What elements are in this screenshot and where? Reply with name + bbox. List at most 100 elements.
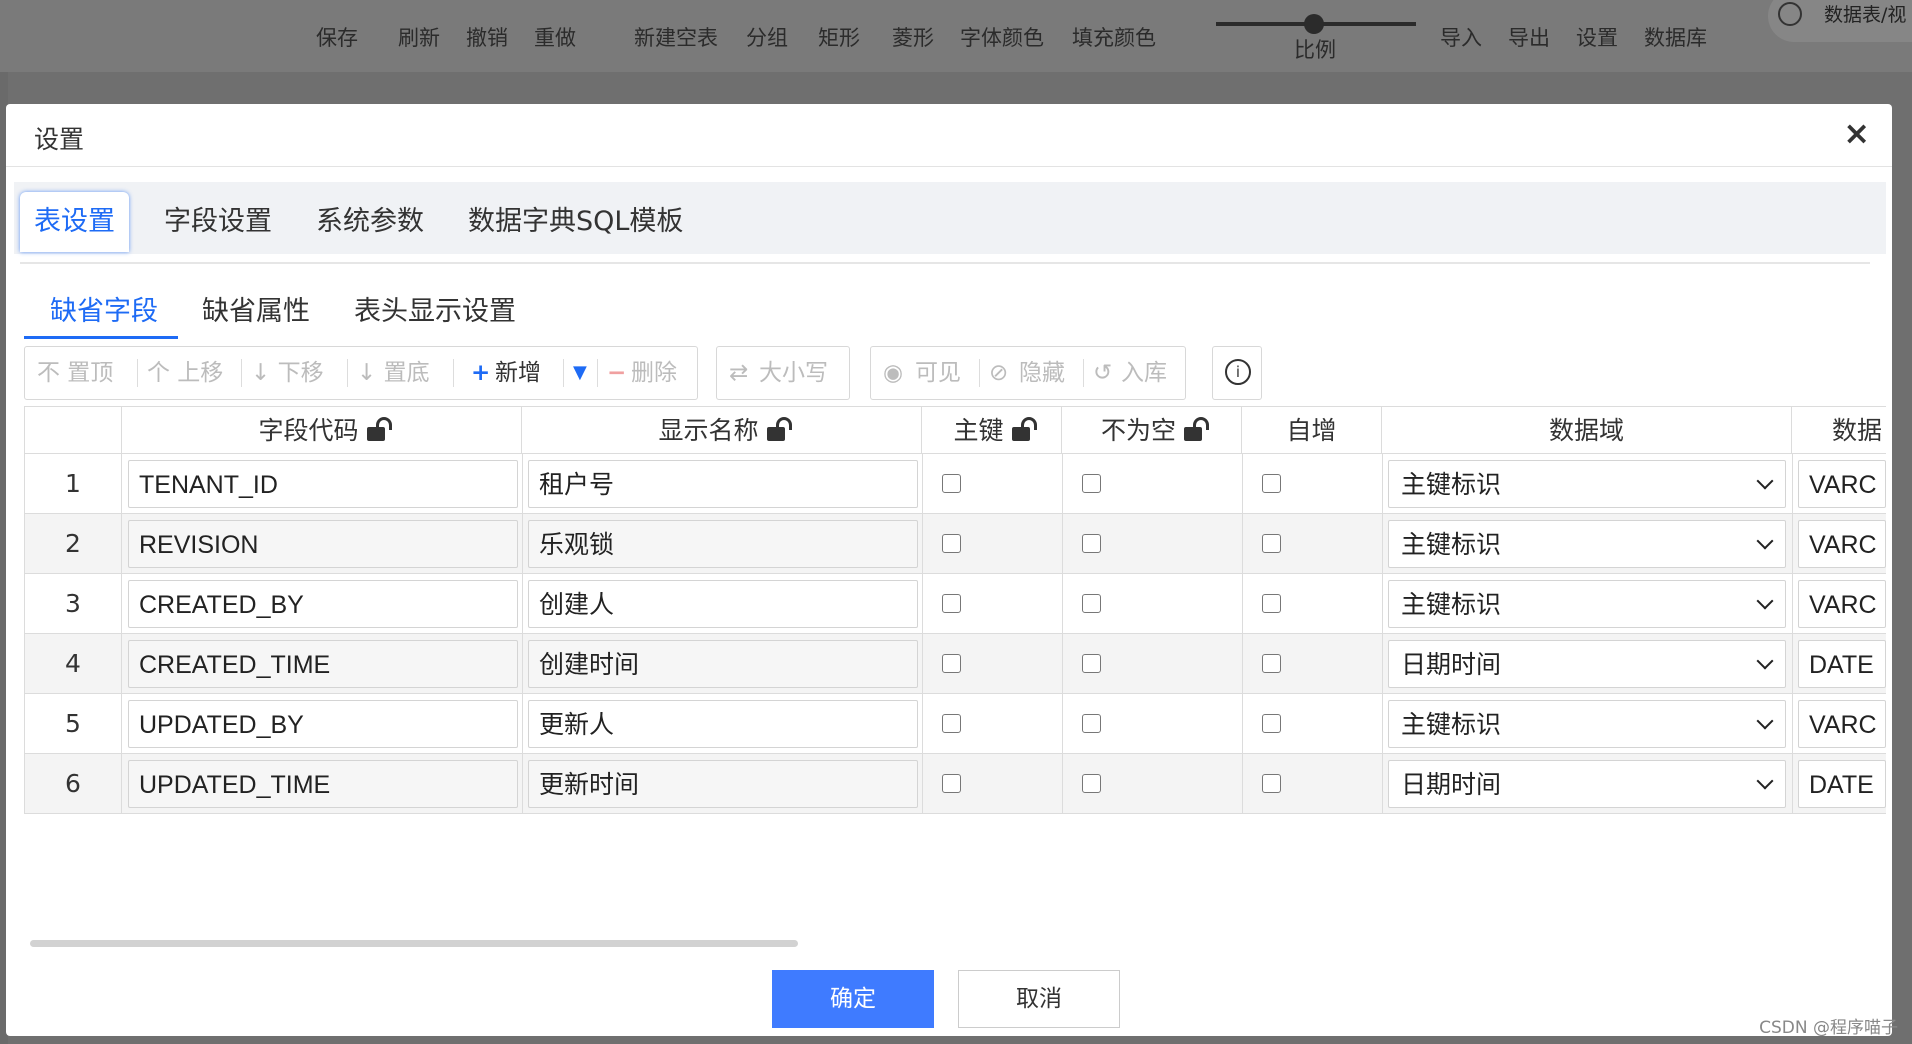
primary-key-checkbox[interactable]	[942, 714, 961, 733]
primary-key-checkbox[interactable]	[942, 654, 961, 673]
unlock-icon[interactable]	[1184, 417, 1209, 441]
not-null-checkbox[interactable]	[1082, 714, 1101, 733]
toolbar-save[interactable]: 保存	[316, 22, 358, 52]
not-null-checkbox[interactable]	[1082, 774, 1101, 793]
toolbar-diamond[interactable]: 菱形	[892, 22, 934, 52]
toolbar-group[interactable]: 分组	[746, 22, 788, 52]
table-row: 3 CREATED_BY 创建人 主键标识 VARC	[24, 574, 1886, 634]
tab-table-settings[interactable]: 表设置	[20, 192, 129, 252]
hidden-button[interactable]: 隐藏	[1019, 347, 1065, 399]
data-type-input[interactable]: DATE	[1798, 640, 1886, 688]
not-null-checkbox[interactable]	[1082, 534, 1101, 553]
primary-key-checkbox[interactable]	[942, 594, 961, 613]
primary-key-checkbox[interactable]	[942, 534, 961, 553]
field-code-input[interactable]: UPDATED_BY	[128, 700, 518, 748]
auto-increment-checkbox[interactable]	[1262, 534, 1281, 553]
data-type-input[interactable]: VARC	[1798, 580, 1886, 628]
auto-increment-checkbox[interactable]	[1262, 774, 1281, 793]
info-icon[interactable]: i	[1225, 359, 1251, 385]
data-domain-value: 日期时间	[1401, 770, 1502, 799]
add-dropdown-icon[interactable]: ▼	[573, 347, 587, 399]
not-null-checkbox[interactable]	[1082, 654, 1101, 673]
header-field-code[interactable]: 字段代码	[122, 406, 522, 454]
header-auto-increment[interactable]: 自增	[1242, 406, 1382, 454]
toolbar-font-color[interactable]: 字体颜色	[960, 22, 1044, 52]
field-code-input[interactable]: CREATED_BY	[128, 580, 518, 628]
subtab-default-properties[interactable]: 缺省属性	[184, 284, 328, 340]
data-type-input[interactable]: VARC	[1798, 460, 1886, 508]
unlock-icon[interactable]	[1011, 417, 1037, 441]
zoom-slider-knob[interactable]	[1304, 14, 1324, 34]
header-primary-key[interactable]: 主键	[922, 406, 1062, 454]
data-type-input[interactable]: DATE	[1798, 760, 1886, 808]
display-name-input[interactable]: 更新人	[528, 700, 918, 748]
field-code-input[interactable]: TENANT_ID	[128, 460, 518, 508]
primary-key-checkbox[interactable]	[942, 474, 961, 493]
auto-increment-checkbox[interactable]	[1262, 594, 1281, 613]
data-domain-select[interactable]: 日期时间	[1388, 640, 1786, 688]
toolbar-export[interactable]: 导出	[1508, 22, 1550, 52]
search-icon	[1778, 2, 1802, 26]
header-display-name[interactable]: 显示名称	[522, 406, 922, 454]
visible-button[interactable]: 可见	[915, 347, 961, 399]
field-code-input[interactable]: UPDATED_TIME	[128, 760, 518, 808]
data-domain-select[interactable]: 日期时间	[1388, 760, 1786, 808]
store-button[interactable]: 入库	[1121, 347, 1167, 399]
not-null-checkbox[interactable]	[1082, 594, 1101, 613]
display-name-input[interactable]: 创建人	[528, 580, 918, 628]
data-type-input[interactable]: VARC	[1798, 700, 1886, 748]
toolbar-new-table[interactable]: 新建空表	[634, 22, 718, 52]
data-domain-select[interactable]: 主键标识	[1388, 460, 1786, 508]
not-null-checkbox[interactable]	[1082, 474, 1101, 493]
toolbar-refresh[interactable]: 刷新	[398, 22, 440, 52]
delete-button[interactable]: 删除	[631, 347, 677, 399]
field-code-input[interactable]: REVISION	[128, 520, 518, 568]
confirm-button[interactable]: 确定	[772, 970, 934, 1028]
data-domain-select[interactable]: 主键标识	[1388, 580, 1786, 628]
row-number: 5	[24, 694, 122, 754]
chevron-down-icon	[1756, 472, 1774, 490]
primary-key-checkbox[interactable]	[942, 774, 961, 793]
tab-sql-template[interactable]: 数据字典SQL模板	[454, 192, 697, 252]
data-domain-select[interactable]: 主键标识	[1388, 520, 1786, 568]
header-display-name-label: 显示名称	[658, 416, 759, 445]
tab-system-params[interactable]: 系统参数	[302, 192, 438, 252]
subtab-default-fields[interactable]: 缺省字段	[32, 284, 176, 340]
auto-increment-checkbox[interactable]	[1262, 654, 1281, 673]
display-name-input[interactable]: 创建时间	[528, 640, 918, 688]
toolbar-settings[interactable]: 设置	[1576, 22, 1618, 52]
header-data-domain[interactable]: 数据域	[1382, 406, 1792, 454]
display-name-input[interactable]: 乐观锁	[528, 520, 918, 568]
toolbar-redo[interactable]: 重做	[534, 22, 576, 52]
case-button[interactable]: 大小写	[759, 347, 828, 399]
horizontal-scrollbar[interactable]	[30, 940, 798, 947]
data-type-input[interactable]: VARC	[1798, 520, 1886, 568]
unlock-icon[interactable]	[366, 417, 392, 441]
auto-increment-checkbox[interactable]	[1262, 714, 1281, 733]
header-data-domain-label: 数据域	[1548, 416, 1624, 445]
field-code-input[interactable]: CREATED_TIME	[128, 640, 518, 688]
toolbar-rect[interactable]: 矩形	[818, 22, 860, 52]
subtab-header-display[interactable]: 表头显示设置	[336, 284, 534, 340]
header-not-null[interactable]: 不为空	[1062, 406, 1242, 454]
cancel-button[interactable]: 取消	[958, 970, 1120, 1028]
move-bottom-button[interactable]: ↓ 置底	[357, 347, 430, 399]
display-name-input[interactable]: 更新时间	[528, 760, 918, 808]
toolbar-fill-color[interactable]: 填充颜色	[1072, 22, 1156, 52]
tab-field-settings[interactable]: 字段设置	[150, 192, 286, 252]
header-data-type[interactable]: 数据	[1792, 406, 1886, 454]
unlock-icon[interactable]	[766, 417, 792, 441]
add-button[interactable]: 新增	[495, 347, 541, 399]
toolbar-undo[interactable]: 撤销	[466, 22, 508, 52]
data-domain-select[interactable]: 主键标识	[1388, 700, 1786, 748]
dialog-title: 设置	[34, 125, 85, 154]
data-domain-value: 主键标识	[1401, 590, 1502, 619]
auto-increment-checkbox[interactable]	[1262, 474, 1281, 493]
move-up-button[interactable]: 个 上移	[147, 347, 223, 399]
move-down-button[interactable]: ↓ 下移	[251, 347, 324, 399]
toolbar-database[interactable]: 数据库	[1644, 22, 1707, 52]
move-top-button[interactable]: 不 置顶	[37, 347, 113, 399]
display-name-input[interactable]: 租户号	[528, 460, 918, 508]
toolbar-import[interactable]: 导入	[1440, 22, 1482, 52]
close-icon[interactable]: ×	[1843, 114, 1870, 152]
